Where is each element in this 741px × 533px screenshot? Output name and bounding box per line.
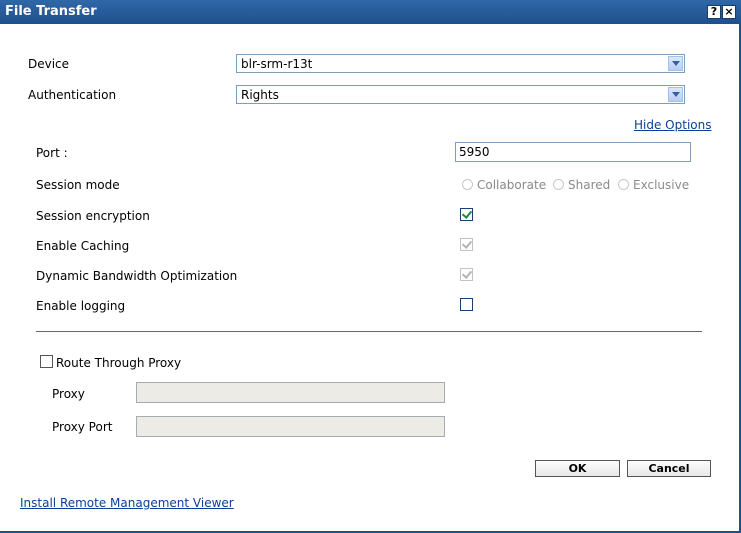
device-label: Device: [28, 57, 70, 71]
route-proxy-checkbox[interactable]: [40, 355, 53, 368]
proxy-input[interactable]: [136, 382, 445, 403]
port-label: Port :: [36, 146, 68, 160]
device-select-value: blr-srm-r13t: [241, 57, 313, 71]
close-button[interactable]: ×: [722, 5, 736, 19]
enable-caching-label: Enable Caching: [36, 239, 130, 253]
window-title: File Transfer: [5, 4, 97, 19]
help-button[interactable]: ?: [707, 5, 721, 19]
radio-exclusive[interactable]: [618, 179, 629, 190]
dynamic-bandwidth-checkbox[interactable]: [460, 268, 473, 281]
port-input-value: 5950: [459, 145, 490, 159]
enable-caching-checkbox[interactable]: [460, 238, 473, 251]
session-mode-label: Session mode: [36, 178, 120, 192]
enable-logging-label: Enable logging: [36, 299, 126, 313]
radio-shared[interactable]: [553, 179, 564, 190]
authentication-select-value: Rights: [241, 88, 279, 102]
enable-logging-checkbox[interactable]: [460, 298, 473, 311]
chevron-down-icon[interactable]: [668, 87, 683, 102]
proxy-port-label: Proxy Port: [52, 420, 113, 434]
install-viewer-link[interactable]: Install Remote Management Viewer: [20, 496, 234, 510]
session-encryption-checkbox[interactable]: [460, 208, 473, 221]
ok-button[interactable]: OK: [535, 460, 620, 477]
session-encryption-label: Session encryption: [36, 209, 150, 223]
radio-collaborate-label: Collaborate: [477, 178, 547, 192]
hide-options-link[interactable]: Hide Options: [634, 118, 711, 132]
route-proxy-label: Route Through Proxy: [56, 356, 182, 370]
radio-shared-label: Shared: [568, 178, 611, 192]
title-bar: File Transfer ? ×: [0, 0, 741, 24]
section-divider: [36, 331, 702, 332]
proxy-label: Proxy: [52, 387, 85, 401]
radio-exclusive-label: Exclusive: [633, 178, 690, 192]
cancel-button[interactable]: Cancel: [627, 460, 711, 477]
port-input[interactable]: 5950: [455, 142, 691, 162]
chevron-down-icon[interactable]: [668, 56, 683, 71]
device-select[interactable]: blr-srm-r13t: [236, 54, 685, 73]
authentication-label: Authentication: [28, 88, 117, 102]
radio-collaborate[interactable]: [462, 179, 473, 190]
authentication-select[interactable]: Rights: [236, 85, 685, 104]
dynamic-bandwidth-label: Dynamic Bandwidth Optimization: [36, 269, 238, 283]
proxy-port-input[interactable]: [136, 416, 445, 437]
